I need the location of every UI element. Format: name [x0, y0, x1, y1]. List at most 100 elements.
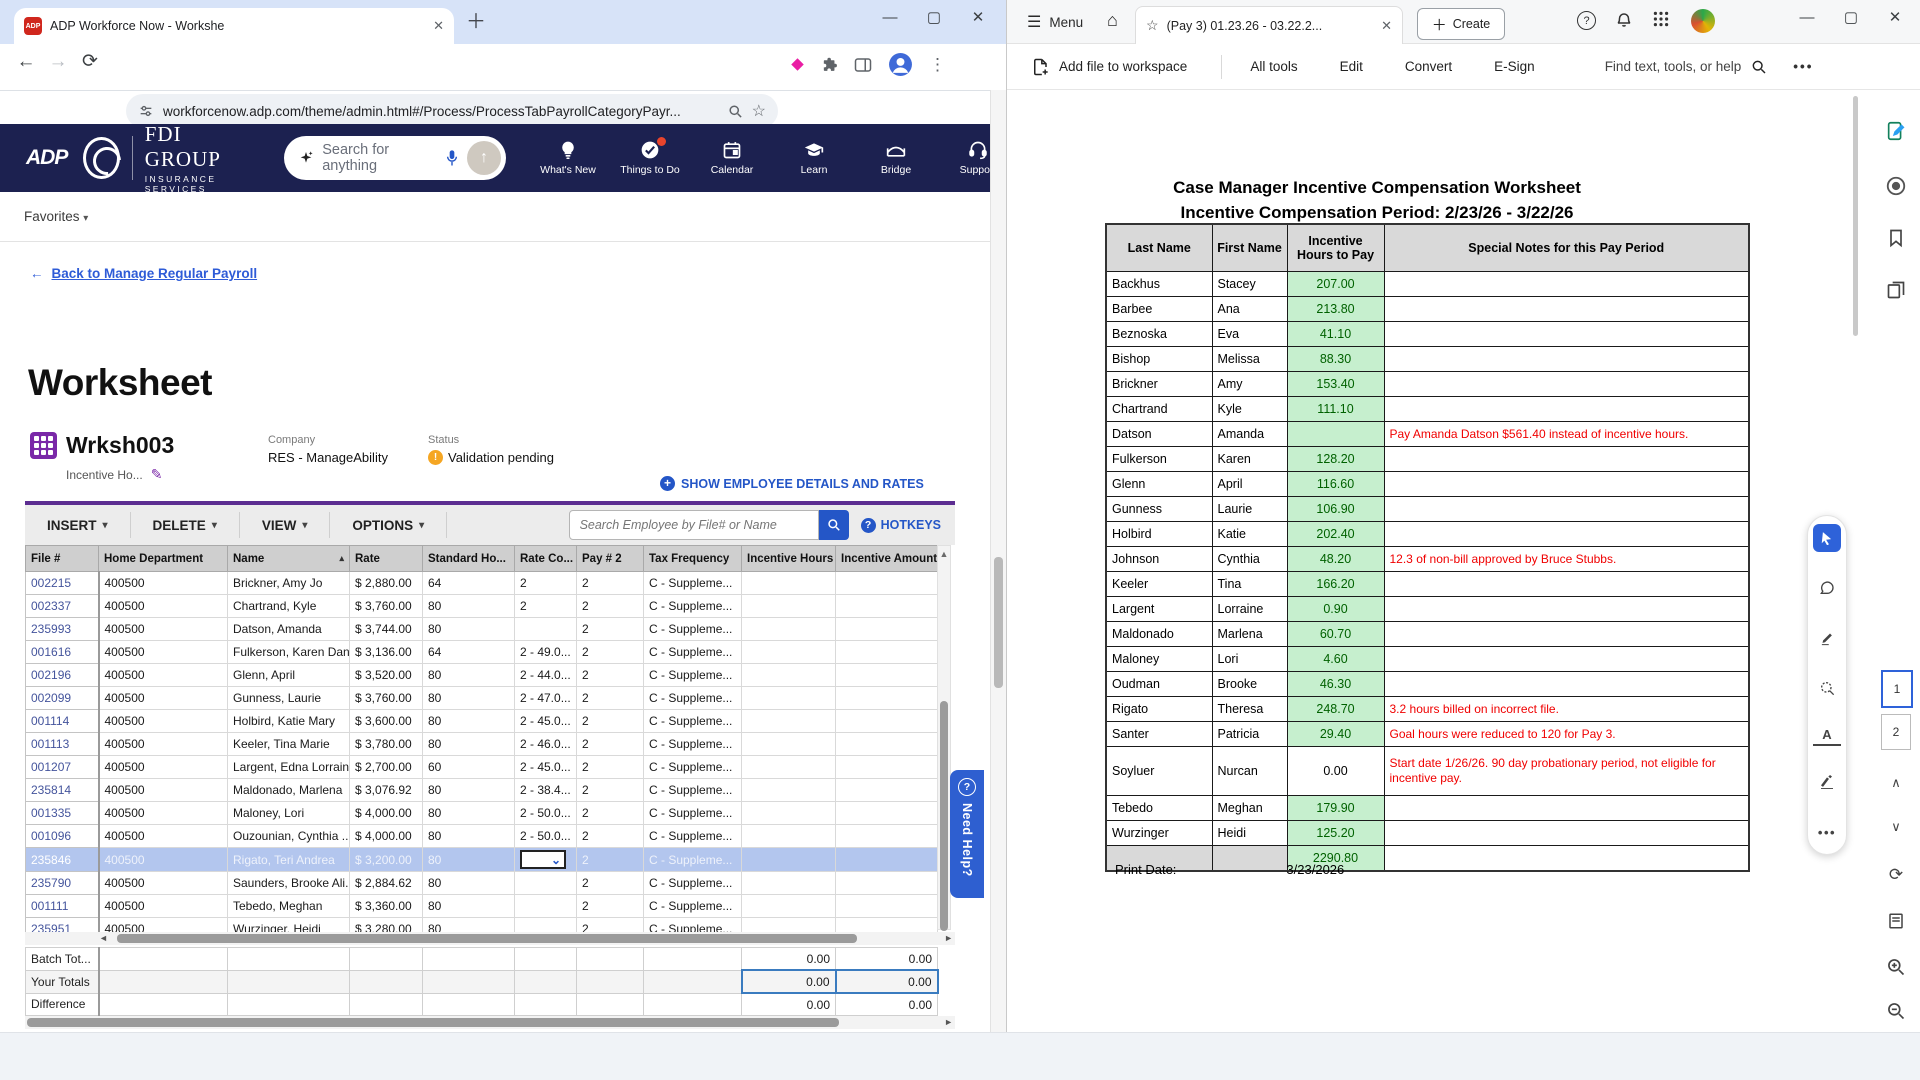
search-icon[interactable] — [728, 104, 743, 119]
cell-incentive-hours[interactable] — [741, 663, 836, 687]
cell-file-number[interactable]: 001335 — [25, 801, 100, 825]
all-tools-tab[interactable]: All tools — [1250, 59, 1297, 74]
cell-incentive-amount[interactable] — [835, 686, 938, 710]
close-icon[interactable]: ✕ — [956, 0, 1000, 34]
cell-file-number[interactable]: 235814 — [25, 778, 100, 802]
cell-standard-hours[interactable]: 80 — [422, 709, 515, 733]
extensions-puzzle-icon[interactable] — [821, 56, 838, 73]
totals-incentive-hours[interactable]: 0.00 — [740, 969, 837, 994]
new-tab-button[interactable]: ＋ — [466, 12, 486, 32]
cell-tax-frequency[interactable]: C - Suppleme... — [643, 686, 742, 710]
cell-rate-code[interactable]: 2 - 46.0... — [514, 732, 577, 756]
apps-grid-icon[interactable] — [1653, 11, 1669, 27]
profile-avatar[interactable] — [888, 52, 913, 77]
cell-rate-code[interactable] — [514, 894, 577, 918]
cell-name[interactable]: Chartrand, Kyle — [227, 594, 350, 618]
cell-incentive-hours[interactable] — [741, 871, 836, 895]
cell-rate[interactable]: $ 3,760.00 — [349, 686, 423, 710]
previous-page-icon[interactable]: ∧ — [1883, 770, 1909, 796]
cell-name[interactable]: Maloney, Lori — [227, 801, 350, 825]
cell-incentive-amount[interactable] — [835, 778, 938, 802]
pdf-scrollbar[interactable] — [1852, 94, 1859, 1024]
grid-row[interactable]: 001616 400500 Fulkerson, Karen Danz $ 3,… — [25, 640, 938, 664]
cell-file-number[interactable]: 235790 — [25, 871, 100, 895]
cell-rate[interactable]: $ 3,136.00 — [349, 640, 423, 664]
cell-rate[interactable]: $ 3,520.00 — [349, 663, 423, 687]
cell-rate-code[interactable]: 2 - 50.0... — [514, 824, 577, 848]
cell-rate[interactable]: $ 2,700.00 — [349, 755, 423, 779]
cell-rate[interactable]: $ 3,076.92 — [349, 778, 423, 802]
cell-tax-frequency[interactable]: C - Suppleme... — [643, 709, 742, 733]
cell-name[interactable]: Gunness, Laurie — [227, 686, 350, 710]
cell-pay-2[interactable]: 2 — [576, 686, 644, 710]
cell-file-number[interactable]: 002196 — [25, 663, 100, 687]
side-panel-icon[interactable] — [854, 57, 872, 73]
forward-icon[interactable]: → — [42, 51, 74, 73]
cell-rate-code[interactable]: 2 - 44.0... — [514, 663, 577, 687]
cell-standard-hours[interactable]: 60 — [422, 755, 515, 779]
cell-incentive-amount[interactable] — [835, 871, 938, 895]
cell-name[interactable]: Maldonado, Marlena — [227, 778, 350, 802]
grid-col-header[interactable]: Home Department — [98, 545, 228, 572]
cell-name[interactable]: Fulkerson, Karen Danz — [227, 640, 350, 664]
adp-nav-things-to-do[interactable]: Things to Do — [620, 137, 680, 176]
cell-home-department[interactable]: 400500 — [98, 663, 228, 687]
document-tab[interactable]: ☆ (Pay 3) 01.23.26 - 03.22.2... ✕ — [1135, 6, 1403, 44]
delete-menu-button[interactable]: DELETE ▾ — [131, 518, 239, 533]
reload-icon[interactable]: ⟳ — [74, 50, 106, 73]
pages-panel-icon[interactable] — [1883, 277, 1909, 303]
grid-col-header[interactable]: Rate Co... — [514, 545, 577, 572]
comment-tool-icon[interactable] — [1813, 574, 1841, 602]
cell-rate[interactable]: $ 3,780.00 — [349, 732, 423, 756]
grid-row[interactable]: 002215 400500 Brickner, Amy Jo $ 2,880.0… — [25, 571, 938, 595]
cell-standard-hours[interactable]: 80 — [422, 847, 515, 872]
cell-home-department[interactable]: 400500 — [98, 755, 228, 779]
grid-row[interactable]: 001113 400500 Keeler, Tina Marie $ 3,780… — [25, 732, 938, 756]
minimize-icon[interactable]: — — [1785, 0, 1829, 34]
cell-rate-code[interactable]: 2 — [514, 571, 577, 595]
browser-menu-icon[interactable]: ⋮ — [929, 55, 946, 75]
cell-incentive-hours[interactable] — [741, 732, 836, 756]
cell-rate-code[interactable]: 2 - 49.0... — [514, 640, 577, 664]
employee-search-input[interactable] — [568, 510, 819, 540]
cell-home-department[interactable]: 400500 — [98, 732, 228, 756]
cell-incentive-hours[interactable] — [741, 594, 836, 618]
help-icon[interactable]: ? — [1577, 11, 1596, 30]
adp-search-bar[interactable]: Search for anything ↑ — [284, 136, 506, 180]
scroll-up-icon[interactable]: ▲ — [938, 549, 950, 559]
cell-home-department[interactable]: 400500 — [98, 894, 228, 918]
bottom-hscroll-thumb[interactable] — [27, 1018, 839, 1027]
cell-incentive-amount[interactable] — [835, 571, 938, 595]
add-text-tool-icon[interactable]: A — [1813, 724, 1841, 746]
cell-file-number[interactable]: 001207 — [25, 755, 100, 779]
cell-pay-2[interactable]: 2 — [576, 594, 644, 618]
grid-col-header[interactable]: Incentive Amount — [835, 545, 938, 572]
employee-search-button[interactable] — [818, 510, 849, 540]
cell-tax-frequency[interactable]: C - Suppleme... — [643, 894, 742, 918]
cell-tax-frequency[interactable]: C - Suppleme... — [643, 571, 742, 595]
highlight-tool-icon[interactable] — [1813, 624, 1841, 652]
close-icon[interactable]: ✕ — [1873, 0, 1917, 34]
cell-pay-2[interactable]: 2 — [576, 663, 644, 687]
cell-pay-2[interactable]: 2 — [576, 824, 644, 848]
cell-name[interactable]: Holbird, Katie Mary — [227, 709, 350, 733]
grid-col-header[interactable]: Name ▴ — [227, 545, 350, 572]
cell-incentive-amount[interactable] — [835, 732, 938, 756]
cell-name[interactable]: Tebedo, Meghan — [227, 894, 350, 918]
grid-row[interactable]: 001207 400500 Largent, Edna Lorraine $ 2… — [25, 755, 938, 779]
cell-standard-hours[interactable]: 80 — [422, 801, 515, 825]
grid-row[interactable]: 001114 400500 Holbird, Katie Mary $ 3,60… — [25, 709, 938, 733]
zoom-out-icon[interactable] — [1883, 998, 1909, 1024]
cell-tax-frequency[interactable]: C - Suppleme... — [643, 732, 742, 756]
cell-tax-frequency[interactable]: C - Suppleme... — [643, 778, 742, 802]
create-button[interactable]: ＋ Create — [1417, 8, 1505, 40]
cell-incentive-amount[interactable] — [835, 594, 938, 618]
url-text[interactable]: workforcenow.adp.com/theme/admin.html#/P… — [163, 104, 719, 119]
cell-home-department[interactable]: 400500 — [98, 709, 228, 733]
rotate-refresh-icon[interactable]: ⟳ — [1883, 862, 1909, 888]
cell-name[interactable]: Keeler, Tina Marie — [227, 732, 350, 756]
cell-file-number[interactable]: 001114 — [25, 709, 100, 733]
cell-home-department[interactable]: 400500 — [98, 640, 228, 664]
site-settings-icon[interactable] — [138, 103, 154, 119]
grid-row[interactable]: 235790 400500 Saunders, Brooke Ali... $ … — [25, 871, 938, 895]
